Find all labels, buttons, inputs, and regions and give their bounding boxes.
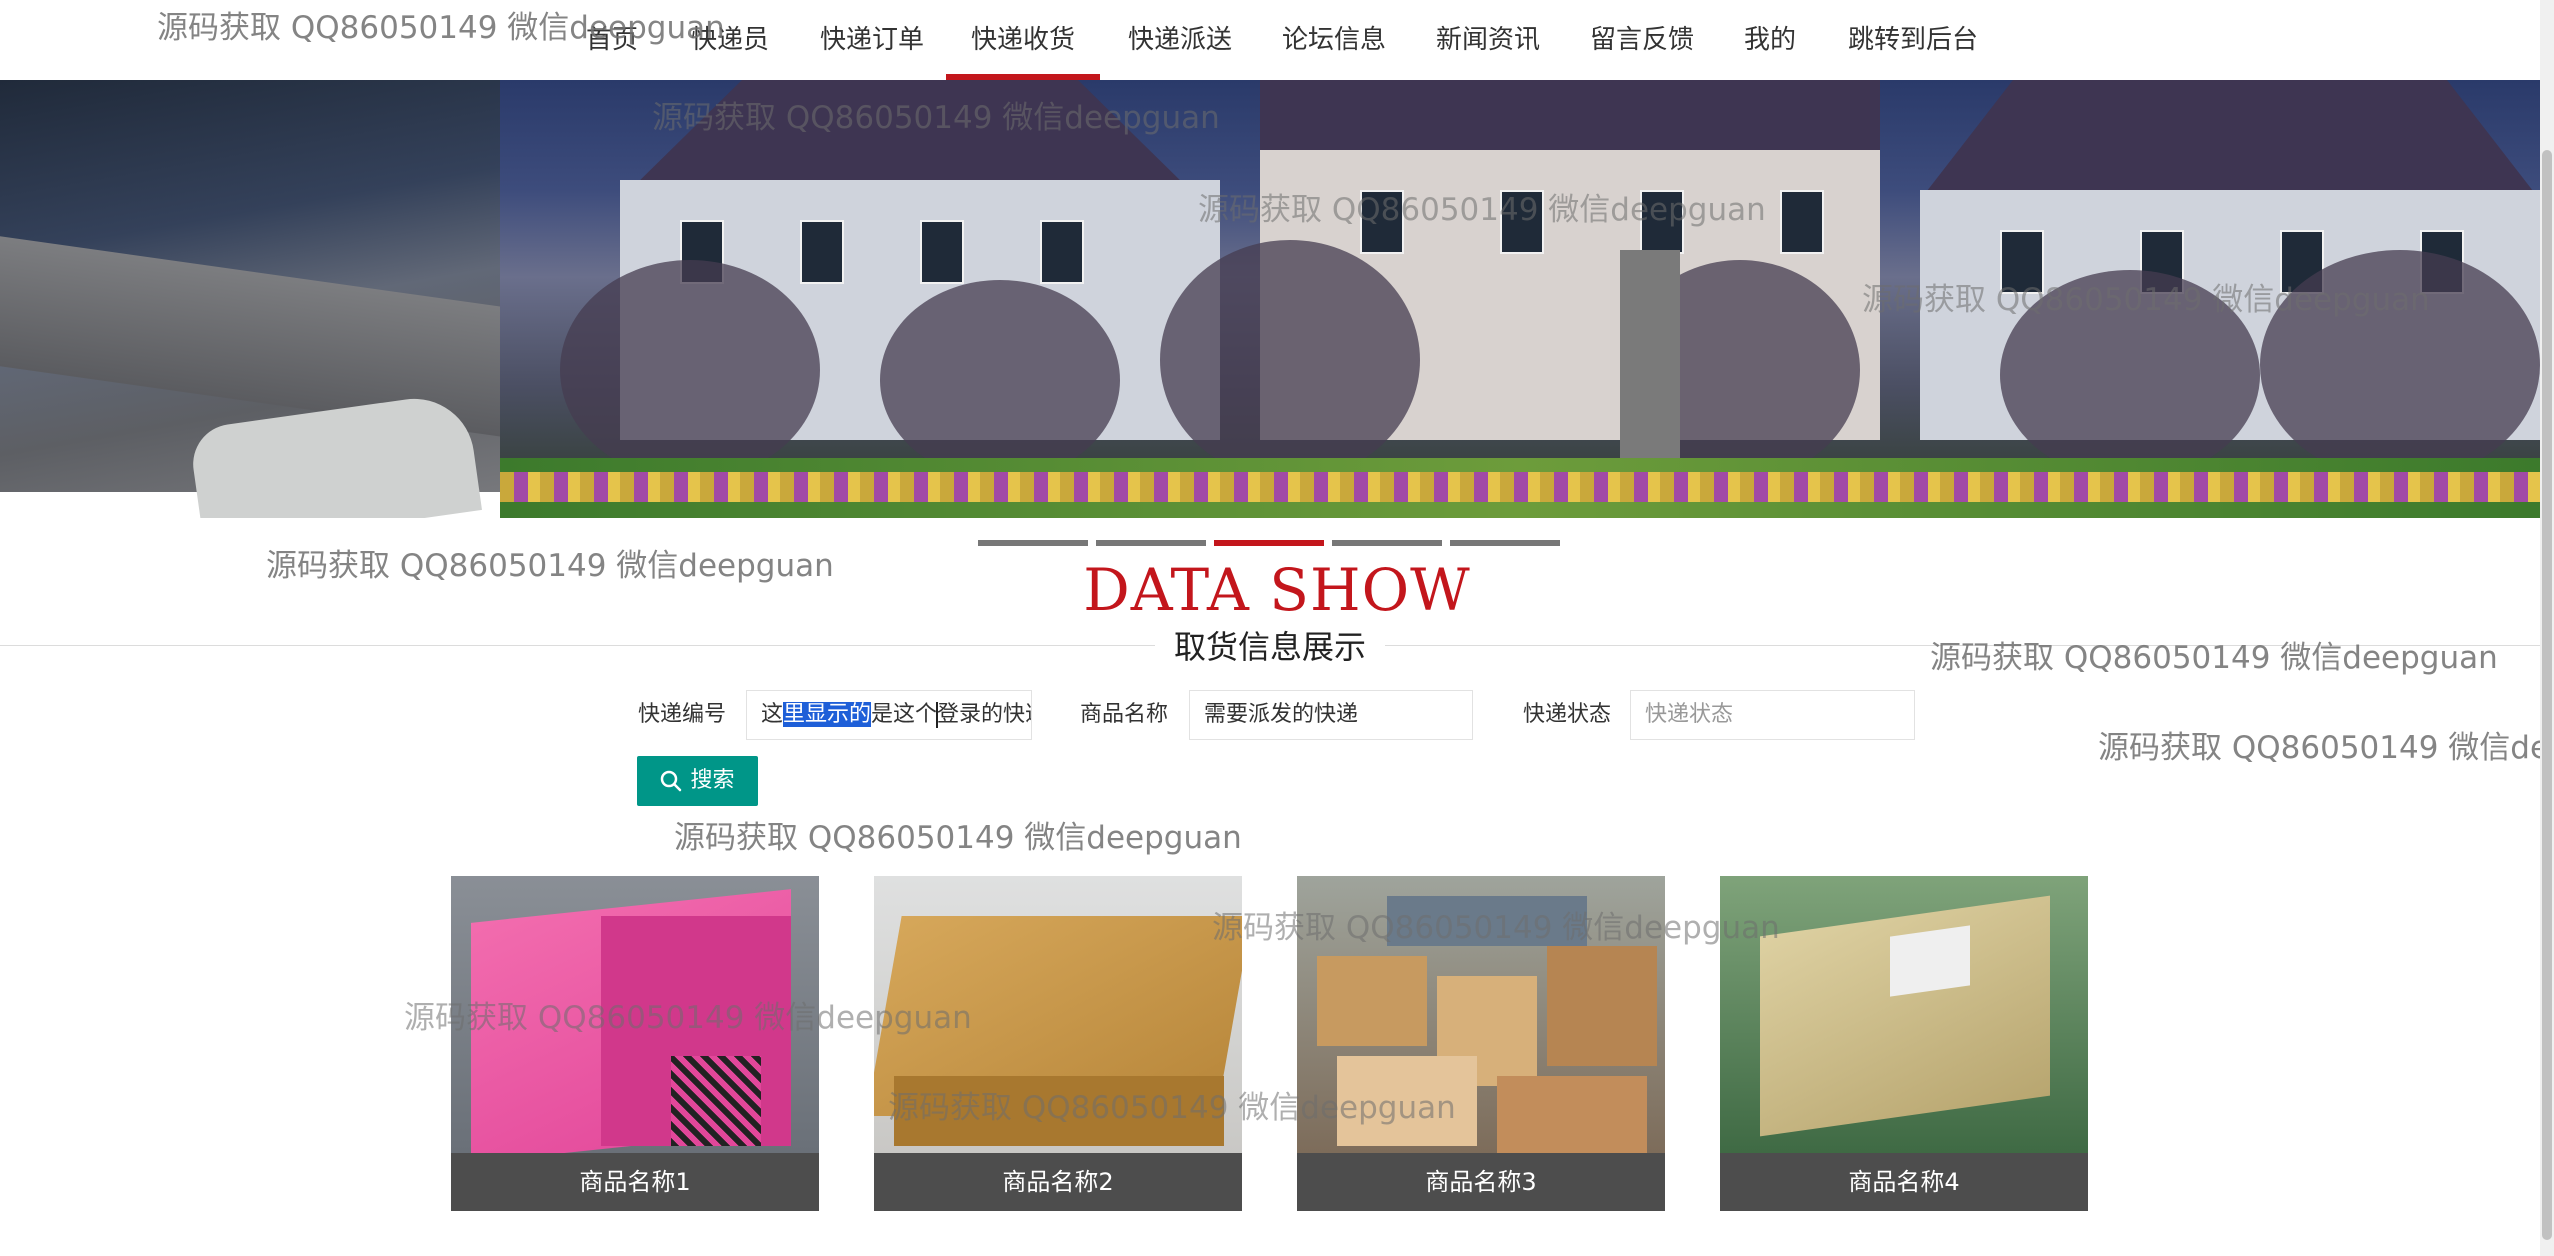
carousel-dot-3[interactable] [1214,540,1324,546]
carousel-dot-1[interactable] [978,540,1088,546]
input-text: 是这个 [871,702,938,727]
product-name-label: 商品名称 [1080,702,1169,727]
input-text: 登录的快递 [937,702,1031,727]
nav-item-feedback[interactable]: 留言反馈 [1590,0,1694,80]
product-name: 商品名称4 [1720,1153,2088,1211]
nav-item-receive[interactable]: 快递收货 [946,0,1100,80]
product-image [874,876,1242,1153]
page-scrollbar[interactable] [2540,0,2554,1256]
product-image [1720,876,2088,1153]
product-name-input[interactable]: 需要派发的快递 [1189,690,1473,740]
banner-carousel[interactable] [0,80,2540,518]
product-card-2[interactable]: 商品名称2 [874,876,1242,1211]
carousel-indicators [978,540,1560,548]
product-name: 商品名称3 [1297,1153,1665,1211]
search-icon [661,770,682,792]
product-image [451,876,819,1153]
watermark-text: 源码获取 QQ86050149 微信deepguan [2098,730,2554,766]
input-text: 这 [761,702,784,727]
express-status-input[interactable]: 快递状态 [1630,690,1915,740]
nav-item-admin[interactable]: 跳转到后台 [1848,0,1978,80]
product-card-3[interactable]: 商品名称3 [1297,876,1665,1211]
nav-item-mine[interactable]: 我的 [1744,0,1796,80]
carousel-dot-2[interactable] [1096,540,1206,546]
product-image [1297,876,1665,1153]
express-status-label: 快递状态 [1523,702,1612,727]
nav-item-forum[interactable]: 论坛信息 [1282,0,1386,80]
product-name: 商品名称2 [874,1153,1242,1211]
carousel-dot-4[interactable] [1332,540,1442,546]
nav-item-orders[interactable]: 快递订单 [820,0,924,80]
nav-item-news[interactable]: 新闻资讯 [1436,0,1540,80]
watermark-text: 源码获取 QQ86050149 微信deepguan [674,820,1242,856]
banner-slide-current [500,80,2540,518]
nav-item-dispatch[interactable]: 快递派送 [1128,0,1232,80]
section-title-chinese: 取货信息展示 [1155,622,1385,672]
nav-item-couriers[interactable]: 快递员 [691,0,769,80]
search-button-label: 搜索 [690,768,735,793]
nav-item-home[interactable]: 首页 [586,0,638,80]
product-card-4[interactable]: 商品名称4 [1720,876,2088,1211]
banner-slide-previous [0,80,520,518]
product-card-1[interactable]: 商品名称1 [451,876,819,1211]
selected-text: 里显示的 [783,702,872,727]
scrollbar-thumb[interactable] [2542,150,2552,1240]
express-number-label: 快递编号 [638,702,727,727]
watermark-text: 源码获取 QQ86050149 微信deepguan [1930,640,2498,676]
carousel-dot-5[interactable] [1450,540,1560,546]
search-button[interactable]: 搜索 [637,756,758,806]
section-title-english: DATA SHOW [1083,556,1471,624]
product-name: 商品名称1 [451,1153,819,1211]
top-navigation: 首页 快递员 快递订单 快递收货 快递派送 论坛信息 新闻资讯 留言反馈 我的 … [0,0,2554,81]
express-number-input[interactable]: 这里显示的是这个登录的快递 [746,690,1032,740]
